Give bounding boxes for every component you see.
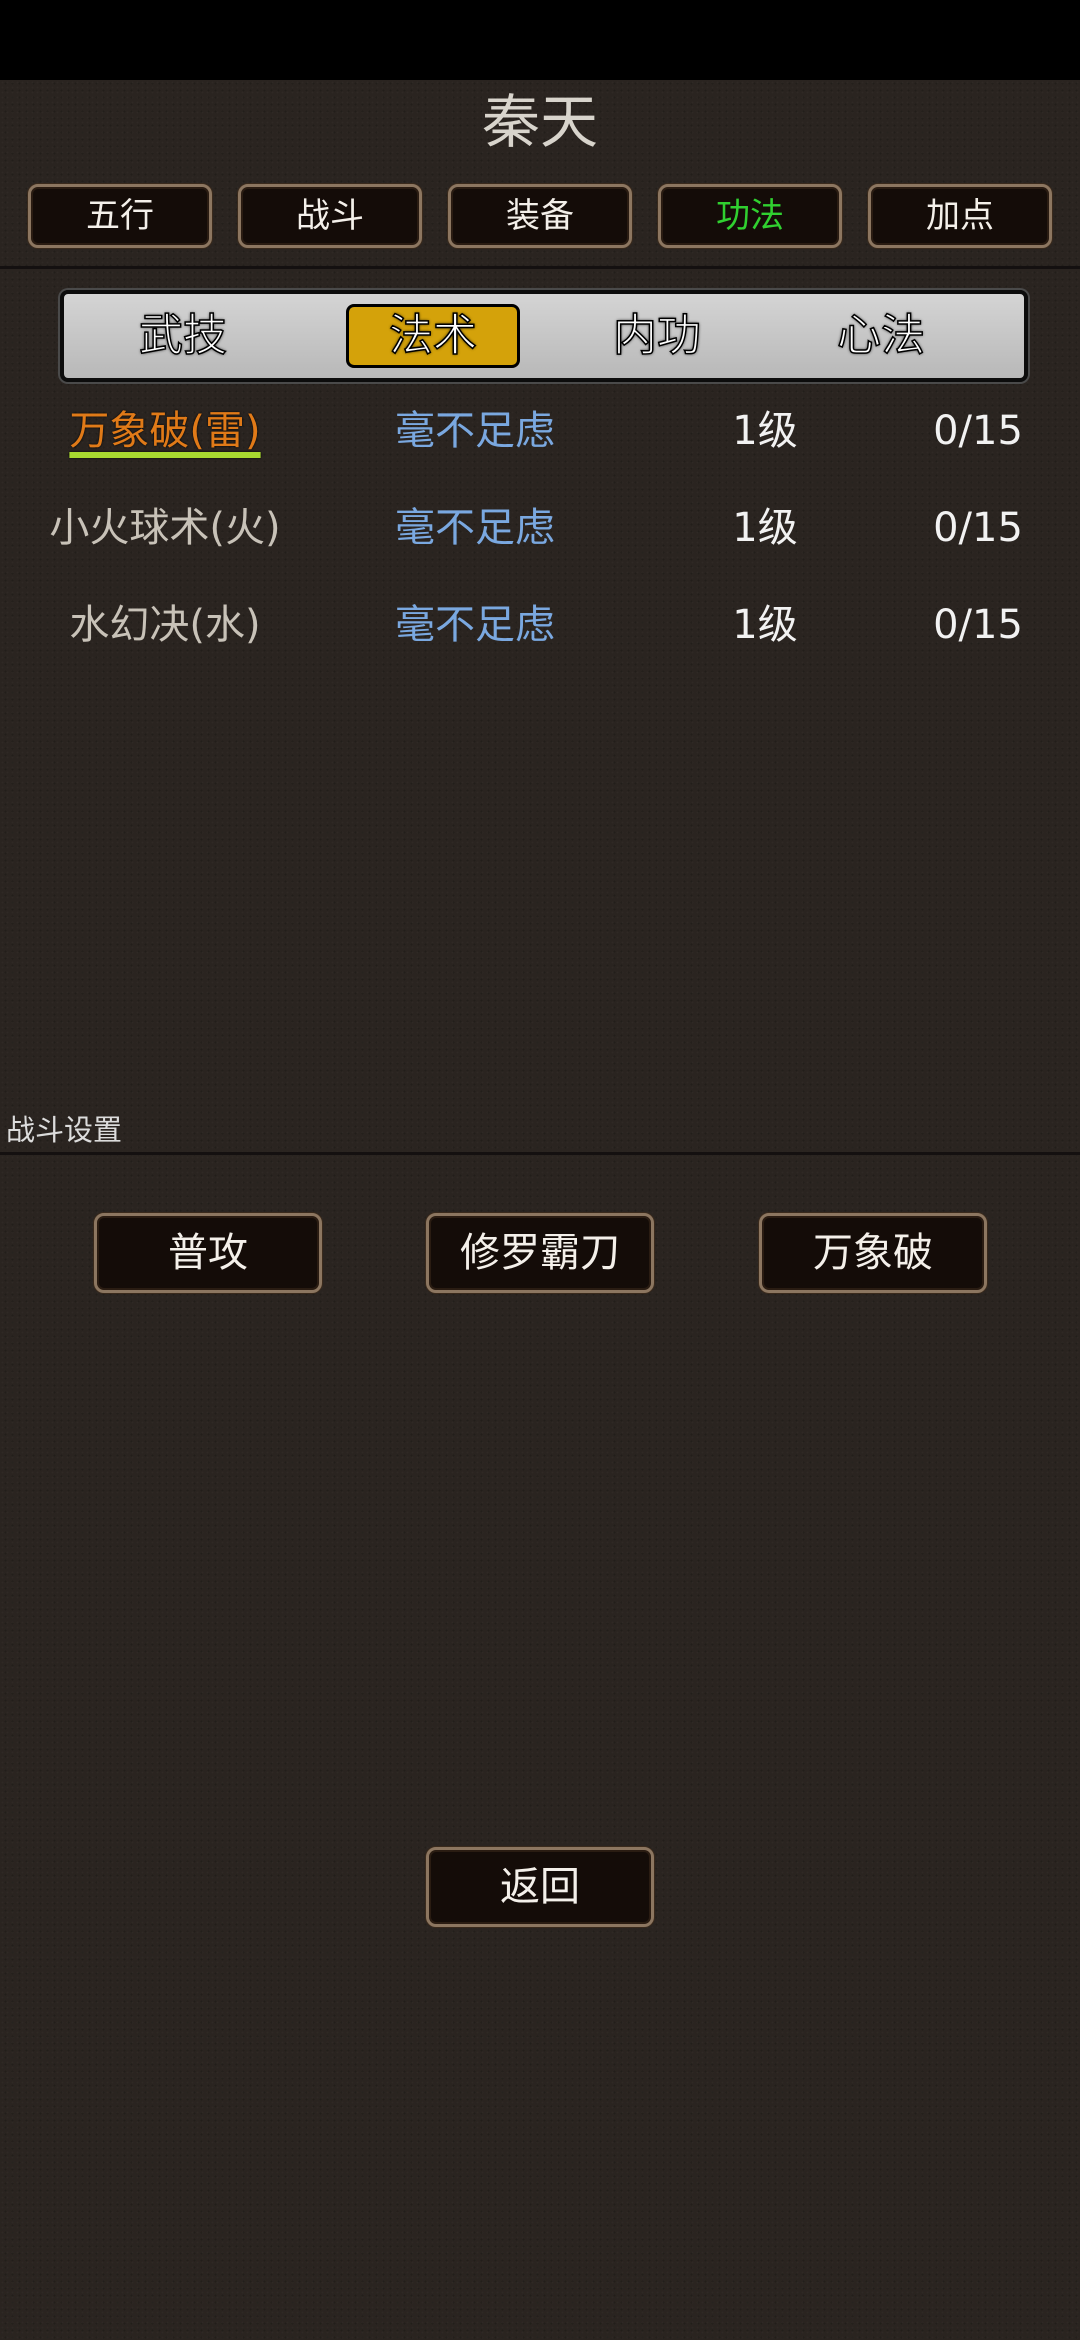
skill-rank: 毫不足虑 — [395, 602, 555, 648]
tab-battle[interactable]: 战斗 — [238, 184, 422, 248]
battle-slot-3-button[interactable]: 万象破 — [759, 1213, 987, 1293]
skill-progress: 0/15 — [933, 602, 1023, 648]
tab-skills[interactable]: 功法 — [658, 184, 842, 248]
status-bar — [0, 0, 1080, 80]
subtab-inner-power[interactable]: 内功 — [570, 304, 744, 368]
character-name-title: 秦天 — [481, 88, 598, 156]
skill-rank: 毫不足虑 — [395, 505, 555, 551]
main-tab-bar: 五行 战斗 装备 功法 加点 — [0, 184, 1080, 248]
skill-level: 1级 — [732, 505, 798, 551]
skill-level: 1级 — [732, 602, 798, 648]
skill-progress: 0/15 — [933, 505, 1023, 551]
tab-attribute-points[interactable]: 加点 — [868, 184, 1052, 248]
skill-progress: 0/15 — [933, 408, 1023, 454]
skill-row-fireball[interactable]: 小火球术(火) 毫不足虑 1级 0/15 — [0, 483, 1080, 573]
skill-row-water-illusion[interactable]: 水幻决(水) 毫不足虑 1级 0/15 — [0, 580, 1080, 670]
skill-rank: 毫不足虑 — [395, 408, 555, 454]
return-button[interactable]: 返回 — [426, 1847, 654, 1927]
battle-settings-label: 战斗设置 — [6, 1113, 123, 1147]
header-divider — [0, 266, 1080, 269]
skill-name: 万象破(雷) — [69, 408, 261, 454]
subtab-martial-arts[interactable]: 武技 — [96, 304, 270, 368]
skill-row-wanxiangpo[interactable]: 万象破(雷) 毫不足虑 1级 0/15 — [0, 386, 1080, 476]
skill-level: 1级 — [732, 408, 798, 454]
tab-equipment[interactable]: 装备 — [448, 184, 632, 248]
subtab-mind-method[interactable]: 心法 — [794, 304, 968, 368]
skill-category-bar: 武技 法术 内功 心法 — [60, 290, 1028, 382]
skill-name: 水幻决(水) — [69, 602, 261, 648]
tab-wuxing[interactable]: 五行 — [28, 184, 212, 248]
battle-slot-2-button[interactable]: 修罗霸刀 — [426, 1213, 654, 1293]
battle-settings-divider — [0, 1152, 1080, 1155]
battle-slot-1-button[interactable]: 普攻 — [94, 1213, 322, 1293]
subtab-spells[interactable]: 法术 — [346, 304, 520, 368]
skill-name: 小火球术(火) — [49, 505, 281, 551]
